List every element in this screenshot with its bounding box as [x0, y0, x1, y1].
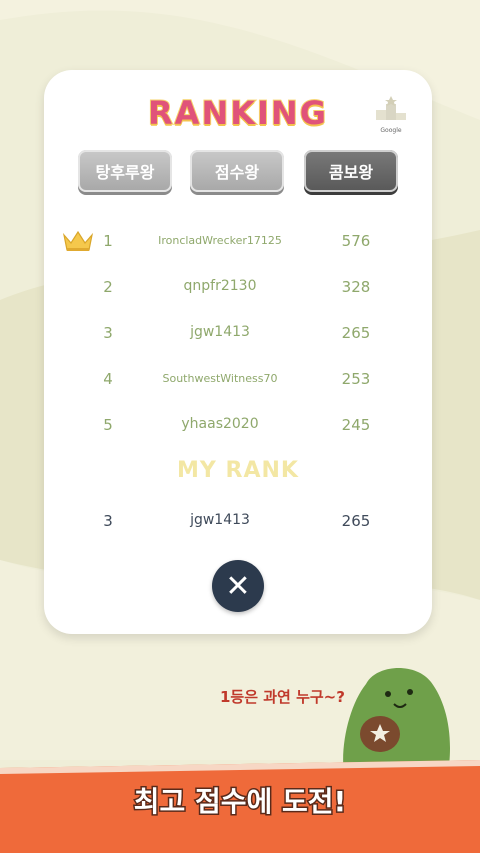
my-player-name: jgw1413 — [190, 512, 250, 528]
player-name: yhaas2020 — [181, 416, 259, 432]
ranking-row: 2 qnpfr2130 328 — [44, 272, 432, 302]
player-score: 265 — [341, 324, 371, 342]
crown-icon — [62, 230, 94, 251]
rank-number: 1 — [103, 232, 113, 250]
ranking-panel: RANKING Google 탕후루왕 점수왕 콤보왕 1 IroncladWr… — [44, 70, 432, 634]
promo-banner-text: 최고 점수에 도전! — [132, 784, 348, 820]
ranking-row: 5 yhaas2020 245 — [44, 410, 432, 440]
rank-number: 2 — [103, 278, 113, 296]
player-name: qnpfr2130 — [183, 278, 257, 294]
player-score: 576 — [341, 232, 371, 250]
player-score: 253 — [341, 370, 371, 388]
player-score: 328 — [341, 278, 371, 296]
google-leaderboard-icon[interactable]: Google — [374, 96, 408, 134]
podium-icon — [376, 96, 406, 120]
close-icon: ✕ — [225, 568, 251, 604]
google-label: Google — [380, 127, 402, 134]
rank-number: 3 — [103, 324, 113, 342]
my-rank-row: 3 jgw1413 265 — [44, 506, 432, 536]
player-score: 245 — [341, 416, 371, 434]
tab-combo-king[interactable]: 콤보왕 — [304, 150, 398, 192]
ranking-row: 3 jgw1413 265 — [44, 318, 432, 348]
avocado-mascot — [343, 667, 451, 774]
player-name: IroncladWrecker17125 — [158, 234, 282, 247]
tab-score-king[interactable]: 점수왕 — [190, 150, 284, 192]
ranking-tabs: 탕후루왕 점수왕 콤보왕 — [78, 150, 400, 192]
ranking-row: 4 SouthwestWitness70 253 — [44, 364, 432, 394]
rank-number: 5 — [103, 416, 113, 434]
rank-number: 4 — [103, 370, 113, 388]
my-player-score: 265 — [341, 512, 371, 530]
player-name: SouthwestWitness70 — [162, 372, 278, 385]
speech-bubble-text: 1등은 과연 누구~? — [220, 688, 345, 706]
close-button[interactable]: ✕ — [212, 560, 264, 612]
tab-tanghulu-king[interactable]: 탕후루왕 — [78, 150, 172, 192]
my-rank-heading: MY RANK — [177, 458, 299, 483]
player-name: jgw1413 — [190, 324, 250, 340]
my-rank-number: 3 — [103, 512, 113, 530]
ranking-row: 1 IroncladWrecker17125 576 — [44, 226, 432, 256]
